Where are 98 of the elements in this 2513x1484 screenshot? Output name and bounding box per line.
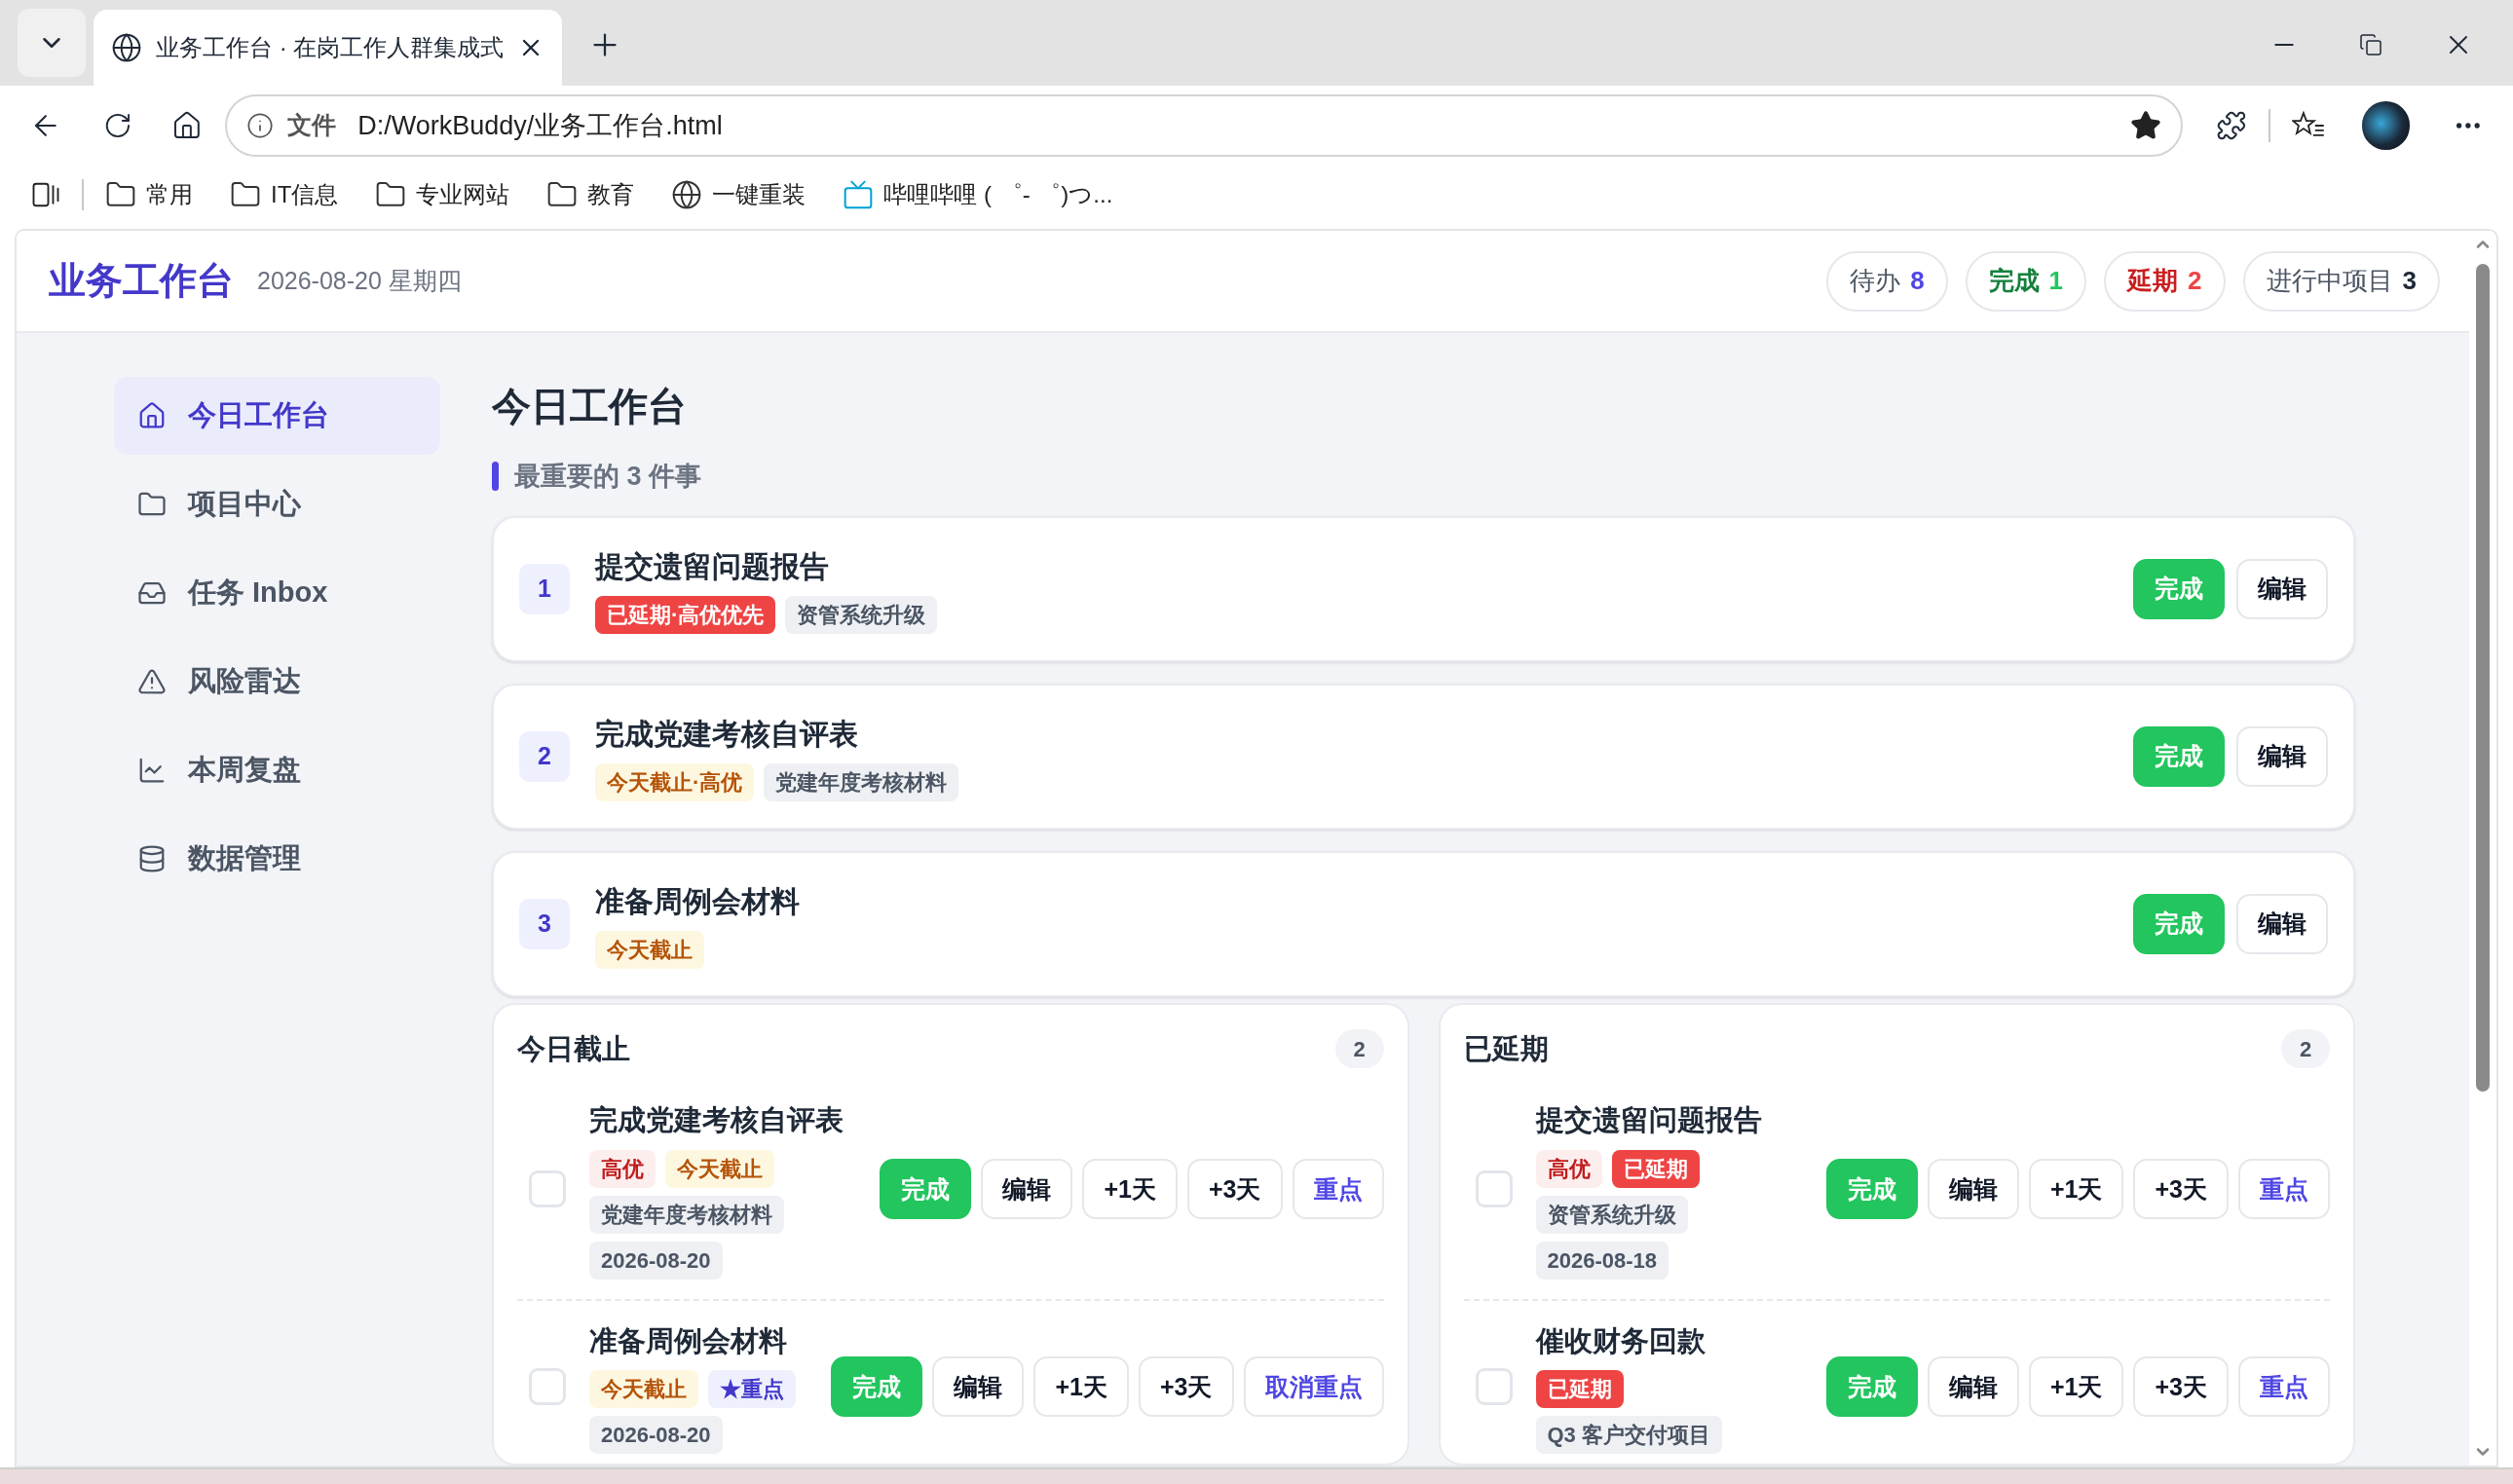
task-title: 催收财务回款 [1535, 1323, 1706, 1358]
tag: 已延期 [1611, 1149, 1700, 1188]
rank-badge: 3 [519, 898, 570, 949]
globe-icon [111, 32, 142, 63]
page-title: 今日工作台 [492, 384, 688, 429]
sidebar-item[interactable]: 今日工作台 [114, 377, 440, 455]
action-button[interactable]: +1天 [1082, 1159, 1178, 1220]
checkbox[interactable] [1475, 1170, 1513, 1208]
due-date: 2026-08-20 [589, 1241, 723, 1280]
stat-label: 延期 [2127, 265, 2179, 297]
action-button[interactable]: +1天 [1033, 1356, 1129, 1418]
warning-icon [137, 667, 167, 696]
action-button[interactable]: +3天 [1139, 1356, 1234, 1418]
list-title: 今日截止 [517, 1031, 630, 1066]
action-button[interactable]: +3天 [2133, 1159, 2229, 1220]
task-title: 完成党建考核自评表 [595, 716, 859, 752]
action-button[interactable]: 编辑 [981, 1159, 1073, 1220]
address-bar[interactable]: 文件 D:/WorkBuddy/业务工作台.html [225, 94, 2184, 157]
project-tag: 资管系统升级 [1535, 1195, 1688, 1234]
scroll-thumb[interactable] [2476, 264, 2490, 1092]
browser-tab[interactable]: 业务工作台 · 在岗工作人群集成式 [94, 10, 563, 86]
action-button[interactable]: +1天 [2028, 1356, 2124, 1418]
url-text: D:/WorkBuddy/业务工作台.html [357, 109, 723, 142]
due-date: 2026-08-18 [1535, 1241, 1669, 1280]
stat-value: 1 [2048, 265, 2064, 297]
task-title: 准备周例会材料 [589, 1323, 787, 1358]
checkbox[interactable] [529, 1368, 566, 1406]
action-button[interactable]: +3天 [2133, 1356, 2229, 1418]
action-button[interactable]: 编辑 [2236, 893, 2328, 954]
tv-icon [843, 179, 875, 210]
list-title: 已延期 [1463, 1031, 1549, 1066]
task-title: 准备周例会材料 [595, 883, 800, 919]
favorite-star-icon[interactable] [2130, 110, 2162, 141]
globe-icon [671, 179, 703, 210]
bookmark-link[interactable]: 教育 [587, 177, 635, 212]
checkbox[interactable] [1475, 1368, 1513, 1406]
database-icon [137, 844, 167, 873]
rank-badge: 2 [519, 730, 570, 782]
bookmark-link[interactable]: 一键重装 [712, 177, 806, 212]
brand-title: 业务工作台 [49, 259, 234, 303]
section-title: 最重要的 3 件事 [514, 461, 702, 493]
bookmark-link[interactable]: 哔哩哔哩 ( ゜- ゜)つ... [883, 177, 1113, 212]
count-badge: 2 [1334, 1029, 1384, 1069]
tag: 今天截止 [595, 930, 704, 969]
stat-value: 8 [1910, 265, 1925, 297]
action-button[interactable]: +3天 [1187, 1159, 1283, 1220]
tag: 今天截止 [589, 1370, 698, 1408]
project-tag: 党建年度考核材料 [589, 1195, 784, 1234]
count-badge: 2 [2281, 1029, 2330, 1069]
sidebar-item[interactable]: 风险雷达 [114, 643, 440, 721]
bookmark-link[interactable]: 专业网站 [416, 177, 510, 212]
action-button[interactable]: +1天 [2028, 1159, 2124, 1220]
tag: ★重点 [708, 1370, 796, 1408]
tag: 高优 [589, 1149, 656, 1188]
stat-label: 待办 [1850, 265, 1901, 297]
due-date: 2026-08-20 [589, 1416, 723, 1454]
action-button[interactable]: 编辑 [2236, 725, 2328, 787]
action-button[interactable]: 编辑 [932, 1356, 1025, 1418]
tag: 已延期 [1535, 1370, 1624, 1408]
task-title: 完成党建考核自评表 [589, 1103, 844, 1137]
tab-title: 业务工作台 · 在岗工作人群集成式 [156, 33, 505, 62]
action-button[interactable]: 取消重点 [1243, 1356, 1384, 1418]
action-button[interactable]: 编辑 [1927, 1159, 2019, 1220]
extensions-icon[interactable] [2216, 110, 2247, 141]
sidebar-item[interactable]: 本周复盘 [114, 731, 440, 809]
accent-bar [492, 462, 499, 492]
stat-value: 3 [2402, 265, 2417, 297]
tag: 高优 [1535, 1149, 1602, 1188]
tag: 党建年度考核材料 [764, 762, 959, 801]
action-button[interactable]: 编辑 [1927, 1356, 2019, 1418]
action-button[interactable]: 编辑 [2236, 558, 2328, 619]
sidebar-item[interactable]: 数据管理 [114, 820, 440, 898]
scheme-label: 文件 [287, 110, 337, 141]
home-icon [137, 401, 167, 430]
task-title: 提交遗留问题报告 [595, 548, 830, 584]
action-button[interactable]: 重点 [2238, 1356, 2330, 1418]
stat-label: 完成 [1988, 265, 2040, 297]
tag: 今天截止 [665, 1149, 774, 1188]
collections-icon[interactable] [31, 180, 60, 209]
tag: 资管系统升级 [785, 595, 938, 634]
bookmark-link[interactable]: 常用 [146, 177, 193, 212]
restore-icon[interactable] [2359, 33, 2382, 56]
header-date: 2026-08-20 星期四 [257, 265, 462, 296]
info-icon [246, 112, 275, 139]
stat-label: 进行中项目 [2266, 265, 2393, 297]
action-button[interactable]: 重点 [2238, 1159, 2330, 1220]
tag: 已延期·高优优先 [595, 595, 776, 634]
rank-badge: 1 [519, 563, 570, 614]
chart-icon [137, 756, 167, 785]
checkbox[interactable] [529, 1170, 566, 1208]
tag: 今天截止·高优 [595, 762, 755, 801]
task-title: 提交遗留问题报告 [1535, 1103, 1762, 1137]
bookmark-link[interactable]: IT信息 [271, 177, 339, 212]
stat-value: 2 [2188, 265, 2202, 297]
project-tag: Q3 客户交付项目 [1535, 1416, 1722, 1454]
sidebar-item[interactable]: 任务 Inbox [114, 554, 440, 632]
sidebar-item[interactable]: 项目中心 [114, 465, 440, 543]
action-button[interactable]: 重点 [1292, 1159, 1384, 1220]
